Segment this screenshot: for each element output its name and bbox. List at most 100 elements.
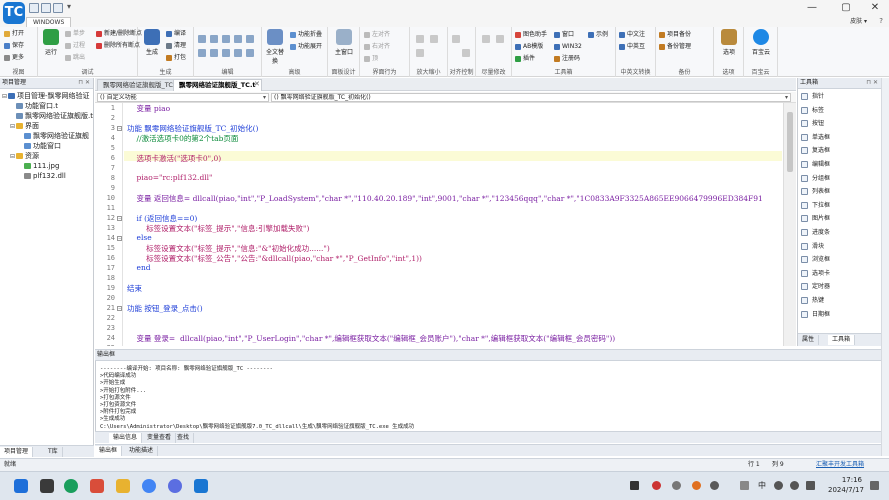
editor-scrollbar[interactable] — [783, 103, 796, 346]
task-view-icon[interactable] — [40, 479, 54, 493]
wifi-icon[interactable] — [774, 481, 783, 490]
fold-functions-button[interactable]: 功能折叠 — [290, 30, 322, 40]
undo-icon[interactable] — [198, 49, 206, 57]
tray-red-icon[interactable] — [652, 481, 661, 490]
tc-app-icon[interactable] — [194, 479, 208, 493]
tray-m-icon[interactable] — [630, 481, 639, 490]
zoom-reset-icon[interactable] — [416, 49, 424, 57]
example-button[interactable]: 示例 — [588, 30, 608, 40]
tree-item[interactable]: 功能窗口.t — [10, 102, 58, 111]
more-button[interactable]: 更多 — [4, 53, 24, 63]
tab-properties[interactable]: 属性 — [798, 335, 820, 345]
align-v-icon[interactable] — [462, 49, 470, 57]
close-tab-icon[interactable]: ✕ — [254, 80, 260, 88]
toolbox-item[interactable]: 日期框 — [801, 309, 879, 320]
color-helper-button[interactable]: 图色助手 — [515, 30, 547, 40]
expand-functions-button[interactable]: 功能展开 — [290, 42, 322, 52]
cloud-button[interactable]: 百宝云 — [750, 29, 772, 56]
scroll-thumb[interactable] — [787, 112, 793, 172]
modify-a-icon[interactable] — [482, 35, 490, 43]
toggle-breakpoint-button[interactable]: 新建/删除断点 — [96, 29, 142, 39]
zh-en-button[interactable]: 中英互 — [619, 42, 645, 52]
cut-icon[interactable] — [198, 35, 206, 43]
clear-breakpoints-button[interactable]: 删除所有断点 — [96, 41, 140, 51]
tree-item[interactable]: ⊟ 资源 — [10, 152, 39, 161]
toolbox-item[interactable]: 选项卡 — [801, 268, 879, 279]
find-icon[interactable] — [234, 35, 242, 43]
tree-item[interactable]: 飘零网络验证旗舰版.t — [10, 112, 93, 121]
outdent-icon[interactable] — [234, 49, 242, 57]
build-button[interactable]: 生成 — [141, 29, 163, 56]
maximize-button[interactable]: ▢ — [832, 0, 860, 17]
redo-icon[interactable] — [210, 49, 218, 57]
close-button[interactable]: ✕ — [861, 0, 889, 17]
toolbox-link[interactable]: 汇聚丰开发工具箱 — [816, 459, 864, 471]
zoom-in-icon[interactable] — [416, 35, 424, 43]
tree-item[interactable]: 111.jpg — [18, 162, 59, 171]
tab-doc-ui[interactable]: 飘零网络验证旗舰版_TC — [97, 79, 179, 91]
tab-variable-watch[interactable]: 变量查看 — [143, 433, 177, 443]
function-dropdown[interactable]: () 飘零网络验证旗舰版_TC_初始化() — [271, 93, 791, 102]
toolbox-item[interactable]: 滑块 — [801, 241, 879, 252]
toolbox-item[interactable]: 指针 — [801, 91, 879, 102]
tree-item[interactable]: ⊟ 界面 — [10, 122, 39, 131]
shield-icon[interactable] — [168, 479, 182, 493]
toolbox-item[interactable]: 定时器 — [801, 281, 879, 292]
toolbox-pin-icon[interactable]: ⊓ ✕ — [866, 78, 878, 88]
modify-b-icon[interactable] — [496, 35, 504, 43]
toolbox-item[interactable]: 下拉框 — [801, 200, 879, 211]
plugin-button[interactable]: 插件 — [515, 54, 535, 64]
tray-gray-icon[interactable] — [672, 481, 681, 490]
align-h-icon[interactable] — [452, 35, 460, 43]
tab-output-box[interactable]: 输出框 — [95, 446, 123, 456]
tab-toolbox[interactable]: 工具箱 — [828, 335, 856, 345]
cn-comment-button[interactable]: 中文注 — [619, 30, 645, 40]
tab-windows[interactable]: WINDOWS — [26, 17, 72, 27]
speaker-icon[interactable] — [790, 481, 799, 490]
fold-toggle[interactable]: − — [117, 216, 122, 221]
zoom-out-icon[interactable] — [430, 35, 438, 43]
scope-dropdown[interactable]: () 自定义功能 — [97, 93, 269, 102]
tab-t-library[interactable]: T库 — [44, 447, 63, 457]
main-window-button[interactable]: 主窗口 — [333, 29, 355, 56]
toolbox-item[interactable]: 复选框 — [801, 145, 879, 156]
clock-date[interactable]: 2024/7/17 — [828, 486, 864, 494]
copy-icon[interactable] — [210, 35, 218, 43]
ime-indicator[interactable]: 中 — [758, 480, 766, 491]
toolbox-item[interactable]: 单选框 — [801, 132, 879, 143]
folder-icon[interactable] — [116, 479, 130, 493]
compile-button[interactable]: 编译 — [166, 29, 186, 39]
tab-output-info[interactable]: 输出信息 — [109, 433, 143, 443]
toolbox-item[interactable]: 列表框 — [801, 186, 879, 197]
tree-item[interactable]: plf132.dll — [18, 172, 66, 181]
win32-button[interactable]: WIN32 — [554, 42, 582, 52]
backup-manage-button[interactable]: 备份管理 — [659, 42, 691, 52]
edge-icon[interactable] — [64, 479, 78, 493]
toolbox-item[interactable]: 浏览框 — [801, 254, 879, 265]
help-icon[interactable]: ? — [879, 17, 883, 25]
run-button[interactable]: 运行 — [40, 29, 62, 56]
align-top-button[interactable]: 顶 — [364, 54, 378, 64]
fold-toggle[interactable]: − — [117, 236, 122, 241]
start-icon[interactable] — [14, 479, 28, 493]
paste-icon[interactable] — [222, 35, 230, 43]
toolbox-item[interactable]: 按钮 — [801, 118, 879, 129]
output-panel[interactable]: --------编译开始: 项目名称: 飘零网络验证旗舰版_TC -------… — [95, 361, 881, 431]
reg-code-button[interactable]: 注册码 — [554, 54, 580, 64]
open-button[interactable]: 打开 — [4, 29, 24, 39]
pin-icon[interactable]: ⊓ ✕ — [78, 78, 90, 88]
step-in-button[interactable]: 单步 — [65, 29, 85, 39]
battery-icon[interactable] — [806, 481, 815, 490]
indent-icon[interactable] — [222, 49, 230, 57]
align-right-button[interactable]: 右对齐 — [364, 42, 390, 52]
toolbox-item[interactable]: 进度条 — [801, 227, 879, 238]
comment-icon[interactable] — [246, 49, 254, 57]
save-button[interactable]: 保存 — [4, 41, 24, 51]
tab-doc-code[interactable]: 飘零网络验证旗舰版_TC.t — [173, 79, 262, 91]
tray-dark-icon[interactable] — [710, 481, 719, 490]
toolbox-item[interactable]: 分组框 — [801, 173, 879, 184]
quick-access-dropdown-icon[interactable]: ▾ — [67, 2, 71, 11]
step-over-button[interactable]: 过程 — [65, 41, 85, 51]
toolbox-item[interactable]: 标签 — [801, 105, 879, 116]
open-folder-icon[interactable] — [41, 3, 51, 13]
